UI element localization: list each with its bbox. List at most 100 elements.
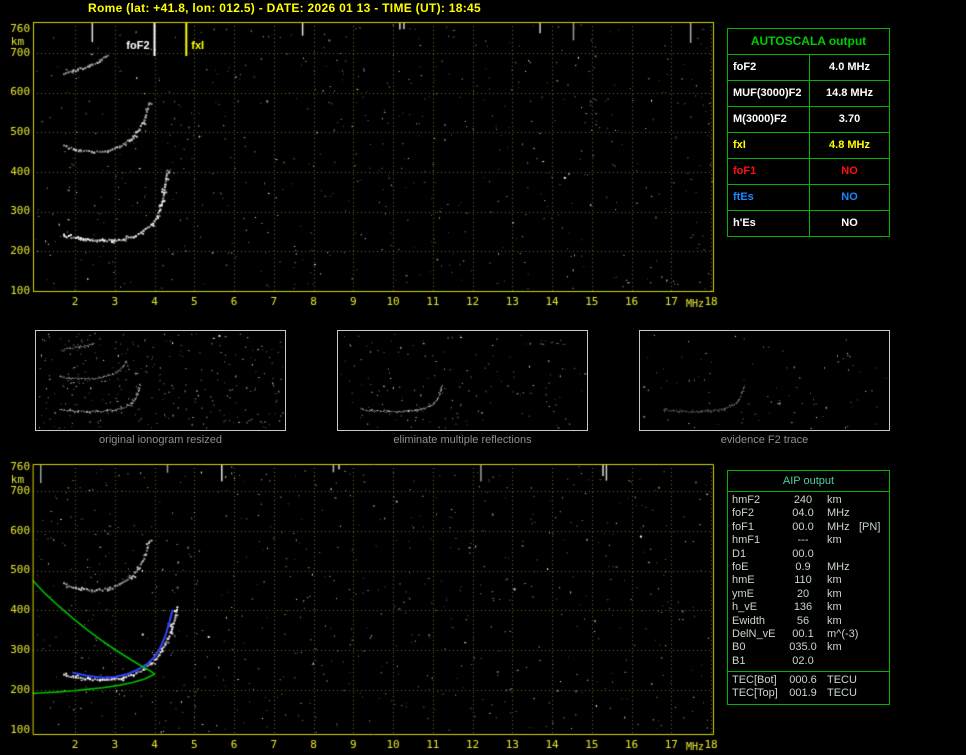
aip-separator <box>728 671 889 673</box>
aip-row-TEC[Bot]: TEC[Bot] 000.6 TECU <box>728 674 889 687</box>
aip-unit: MHz <box>827 560 850 573</box>
thumbnail-caption-original: original ionogram resized <box>99 434 222 446</box>
aip-row-foF2: foF2 04.0 MHz <box>728 507 889 520</box>
aip-note <box>859 628 889 641</box>
thumbnail-evidence-f2 <box>639 330 890 431</box>
aip-unit: km <box>827 587 842 600</box>
aip-name: hmF1 <box>732 534 761 547</box>
aip-unit: TECU <box>827 687 857 700</box>
aip-name: Ewidth <box>732 614 766 627</box>
thumbnail-eliminate-multiples <box>337 330 588 431</box>
aip-row-foE: foE 0.9 MHz <box>728 561 889 574</box>
autoscala-row-label: fxI <box>728 133 810 158</box>
autoscala-row-value: NO <box>841 165 858 177</box>
aip-unit: km <box>827 494 842 506</box>
autoscala-row-label: MUF(3000)F2 <box>728 81 810 106</box>
aip-note <box>859 588 889 601</box>
aip-row-hmE: hmE 110 km <box>728 574 889 587</box>
aip-note <box>859 641 889 654</box>
aip-name: D1 <box>732 547 747 560</box>
aip-note <box>859 615 889 628</box>
aip-value: 110 <box>794 574 812 587</box>
aip-note <box>859 687 889 700</box>
aip-name: DelN_vE <box>732 627 776 640</box>
aip-value: --- <box>797 534 809 547</box>
autoscala-row-label: foF1 <box>728 159 810 184</box>
aip-unit: km <box>827 574 842 587</box>
aip-note <box>859 548 889 561</box>
aip-value: 02.0 <box>792 654 814 667</box>
aip-name: foF1 <box>732 520 755 533</box>
aip-note <box>859 655 889 668</box>
autoscala-row-foF2: foF2 4.0 MHz <box>728 55 889 81</box>
aip-note <box>859 507 889 520</box>
aip-value: 000.6 <box>789 674 817 687</box>
thumbnail-evidence-f2-canvas <box>640 331 889 430</box>
aip-title: AIP output <box>728 471 889 492</box>
aip-tec-rows: TEC[Bot] 000.6 TECU TEC[Top] 001.9 TECU <box>728 674 889 701</box>
thumbnail-eliminate-multiples-canvas <box>338 331 587 430</box>
aip-name: h_vE <box>732 601 758 614</box>
aip-name: B1 <box>732 654 746 667</box>
aip-name: hmE <box>732 574 755 587</box>
autoscala-panel: AUTOSCALA output foF2 4.0 MHz MUF(3000)F2 1… <box>727 28 890 237</box>
aip-value: 00.0 <box>792 520 814 533</box>
autoscala-row-label: h'Es <box>728 211 810 236</box>
aip-row-B1: B1 02.0 <box>728 655 889 668</box>
aip-value: 0.9 <box>795 560 811 573</box>
autoscala-row-value: 3.70 <box>838 113 861 125</box>
aip-value: 240 <box>793 494 813 506</box>
autoscala-row-value: 4.0 MHz <box>829 61 870 73</box>
aip-note <box>859 561 889 574</box>
aip-note: [PN] <box>859 520 881 533</box>
autoscala-row-foF1: foF1 NO <box>728 159 889 185</box>
autoscala-row-value: NO <box>841 217 858 229</box>
aip-unit: TECU <box>827 674 857 687</box>
aip-row-B0: B0 035.0 km <box>728 641 889 654</box>
page: { "header": { "title": "Rome (lat: +41.8… <box>0 0 966 755</box>
ionogram-top-canvas <box>0 14 725 310</box>
aip-panel: AIP output hmF2 240 km foF2 04.0 MHz foF1 00.0 M… <box>727 470 890 705</box>
aip-row-DelN_vE: DelN_vE 00.1 m^(-3) <box>728 628 889 641</box>
aip-note <box>859 601 889 614</box>
aip-row-h_vE: h_vE 136 km <box>728 601 889 614</box>
aip-note <box>859 574 889 587</box>
thumbnail-original <box>35 330 286 431</box>
autoscala-row-M(3000)F2: M(3000)F2 3.70 <box>728 107 889 133</box>
autoscala-row-h'Es: h'Es NO <box>728 211 889 236</box>
aip-unit: km <box>827 534 842 547</box>
aip-value: 20 <box>796 587 810 600</box>
aip-unit: m^(-3) <box>827 627 859 640</box>
aip-unit: km <box>827 641 842 654</box>
autoscala-title: AUTOSCALA output <box>728 29 889 55</box>
aip-name: foF2 <box>732 507 755 520</box>
aip-note <box>859 534 889 547</box>
aip-name: hmF2 <box>732 494 761 506</box>
aip-row-Ewidth: Ewidth 56 km <box>728 615 889 628</box>
aip-value: 136 <box>793 601 813 614</box>
aip-unit: km <box>827 601 842 614</box>
aip-value: 00.0 <box>792 547 814 560</box>
autoscala-table-rows: foF2 4.0 MHz MUF(3000)F2 14.8 MHz M(3000)F2 3… <box>728 55 889 236</box>
autoscala-row-label: M(3000)F2 <box>728 107 810 132</box>
autoscala-row-label: foF2 <box>728 55 810 80</box>
aip-note <box>859 494 889 507</box>
page-title: Rome (lat: +41.8, lon: 012.5) - DATE: 20… <box>88 1 481 15</box>
aip-value: 001.9 <box>789 687 817 700</box>
aip-name: ymE <box>732 587 754 600</box>
autoscala-row-value: NO <box>841 191 858 203</box>
aip-unit <box>821 655 859 668</box>
thumbnail-caption-eliminate-multiples: eliminate multiple reflections <box>393 434 532 446</box>
aip-value: 56 <box>796 614 810 627</box>
aip-value: 00.1 <box>792 627 814 640</box>
aip-name: B0 <box>732 641 746 654</box>
aip-row-hmF2: hmF2 240 km <box>728 494 889 507</box>
aip-row-TEC[Top]: TEC[Top] 001.9 TECU <box>728 687 889 700</box>
autoscala-row-ftEs: ftEs NO <box>728 185 889 211</box>
thumbnail-caption-evidence-f2: evidence F2 trace <box>720 434 809 446</box>
aip-note <box>859 674 889 687</box>
aip-value: 04.0 <box>792 507 814 520</box>
aip-unit: km <box>827 614 842 627</box>
autoscala-row-MUF(3000)F2: MUF(3000)F2 14.8 MHz <box>728 81 889 107</box>
ionogram-bottom-canvas <box>0 458 725 755</box>
